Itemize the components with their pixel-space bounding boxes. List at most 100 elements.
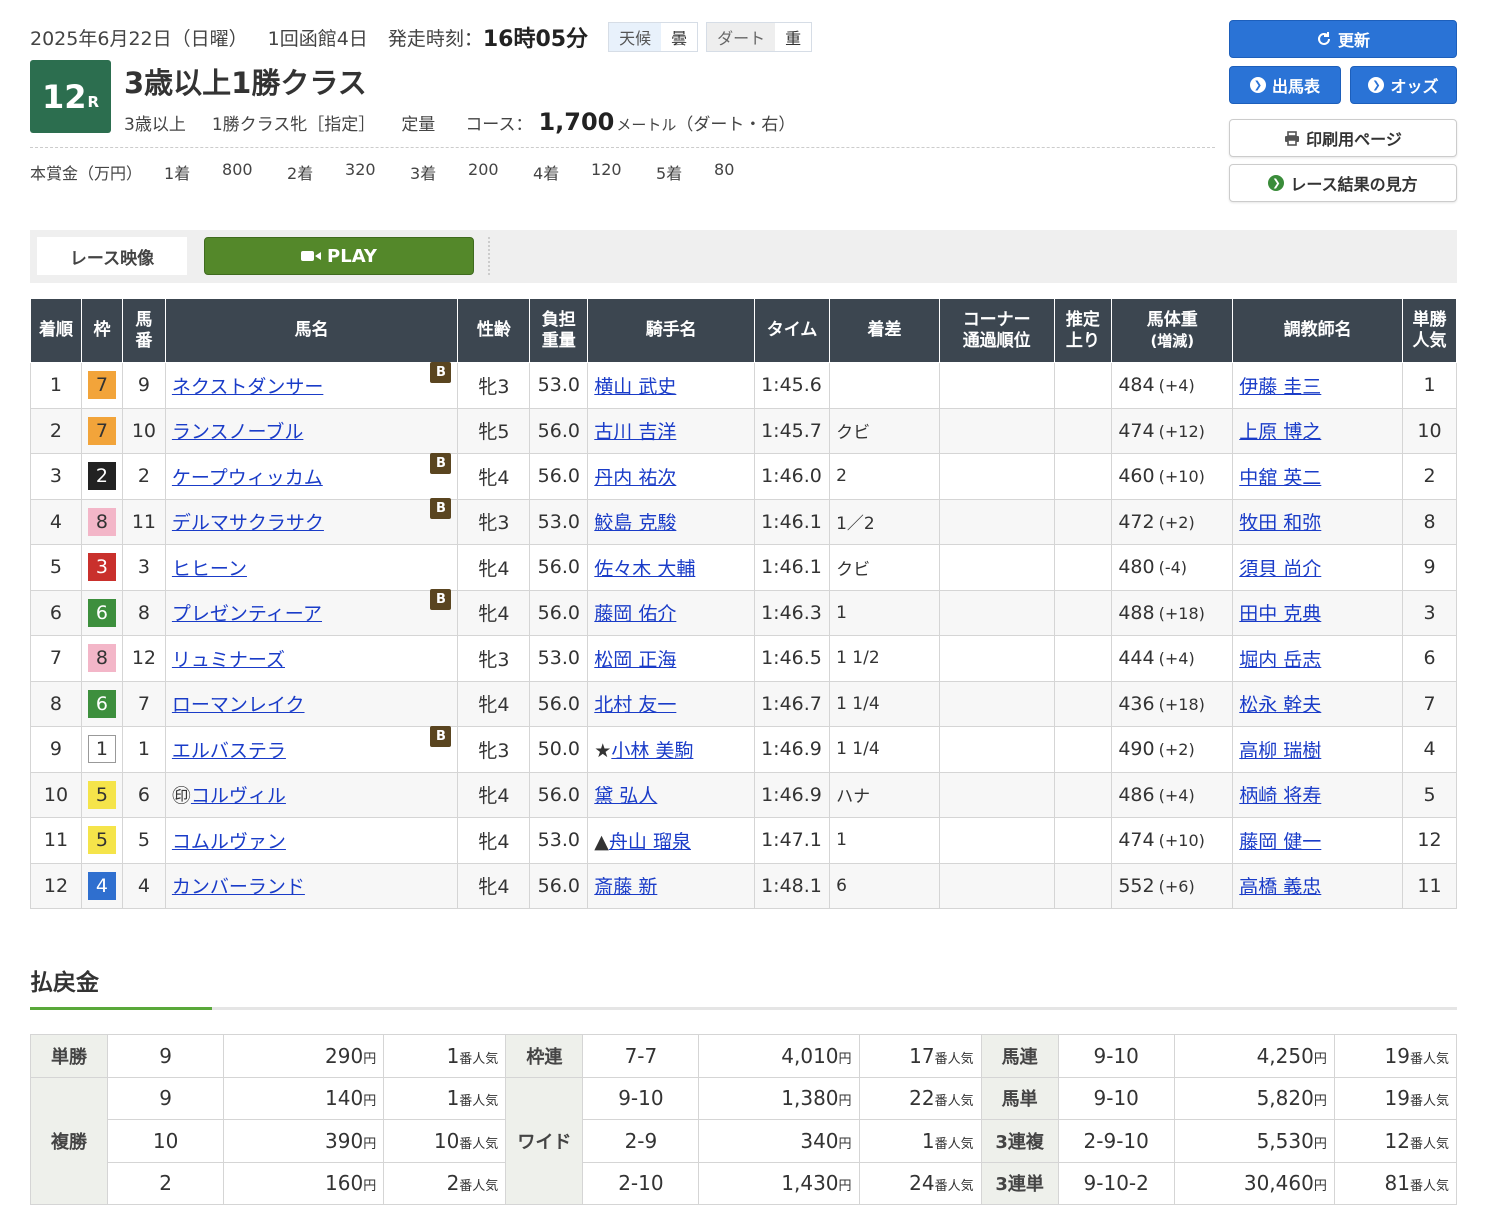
horse-number: 9 [121,362,166,409]
jockey-name-link[interactable]: 黛 弘人 [594,785,657,807]
horse-name-link[interactable]: プレゼンティーア [172,603,322,625]
prize-place: 2着 [287,164,314,183]
horse-name-link[interactable]: ランスノーブル [172,421,303,443]
carried-weight: 56.0 [529,680,589,727]
body-weight-change: (+10) [1158,467,1205,487]
refresh-icon [1316,31,1332,47]
payout-amount: 340 [800,1128,839,1153]
payout-popularity: 24 [909,1171,935,1196]
win-popularity: 3 [1401,589,1458,636]
finish-position: 6 [30,589,82,636]
payout-amount-cell: 140円 [223,1076,385,1120]
jockey-name-link[interactable]: 斎藤 新 [594,876,657,898]
yen-unit: 円 [838,1094,852,1110]
payout-popularity: 17 [909,1043,935,1068]
trainer-name-link[interactable]: 伊藤 圭三 [1239,376,1321,398]
payout-combination: 9-10-2 [1057,1161,1175,1205]
trainer-name-link[interactable]: 堀内 岳志 [1239,649,1321,671]
payout-combination: 2-10 [582,1161,700,1205]
jockey-name-link[interactable]: 舟山 瑠泉 [609,831,691,853]
horse-name-link[interactable]: コルヴィル [191,785,286,807]
trainer-name-link[interactable]: 高橋 義忠 [1239,876,1321,898]
horse-number: 2 [121,453,166,500]
horse-name-link[interactable]: ヒヒーン [172,558,247,580]
payout-amount-cell: 340円 [698,1119,860,1163]
jockey-name-link[interactable]: 松岡 正海 [594,649,676,671]
frame-cell: 2 [80,453,123,500]
horse-name-link[interactable]: エルバステラ [172,740,286,762]
payout-amount-cell: 1,380円 [698,1076,860,1120]
jockey-name-link[interactable]: 鮫島 克駿 [594,512,676,534]
race-name: 3歳以上1勝クラス [124,66,367,100]
trainer-name-link[interactable]: 上原 博之 [1239,421,1321,443]
payout-popularity: 10 [433,1128,460,1153]
trainer-name-link[interactable]: 牧田 和弥 [1239,512,1321,534]
refresh-button[interactable]: 更新 [1229,20,1457,58]
col-header-horse: 馬名 [164,298,459,363]
body-weight-change: (-4) [1158,558,1188,578]
jockey-name-link[interactable]: 古川 吉洋 [594,421,676,443]
frame-number-badge: 7 [87,371,116,400]
corner-positions [938,862,1055,909]
jockey-name-link[interactable]: 小林 美駒 [611,740,693,762]
payout-popularity-cell: 1番人気 [383,1076,507,1120]
jockey-name-link[interactable]: 丹内 祐次 [594,467,676,489]
horse-cell: B デルマサクラサク [164,498,459,545]
payout-combination: 2-9-10 [1057,1119,1175,1163]
trainer-name-link[interactable]: 柄崎 将寿 [1239,785,1321,807]
race-video-label: レース映像 [37,237,187,275]
finish-position: 1 [30,362,82,409]
corner-positions [938,498,1055,545]
jockey-name-link[interactable]: 佐々木 大輔 [594,558,695,580]
payout-popularity: 81 [1384,1171,1410,1196]
result-row: 4 8 11 B デルマサクラサク 牝3 53.0 鮫島 克駿 1:46.1 1／2 472 (+2)… [30,498,1458,545]
popularity-unit: 番人気 [934,1136,974,1152]
horse-name-link[interactable]: ネクストダンサー [172,376,323,398]
payout-amount-cell: 390円 [223,1119,385,1163]
body-weight-cell: 490 (+2) [1111,726,1234,773]
trainer-name-link[interactable]: 中舘 英二 [1239,467,1321,489]
result-row: 5 3 3 ヒヒーン 牝4 56.0 佐々木 大輔 1:46.1 クビ 480 (-4) 須貝 尚介 9 [30,544,1458,591]
payout-popularity-cell: 12番人気 [1333,1119,1458,1163]
entries-button[interactable]: ❯ 出馬表 [1229,66,1341,104]
guide-label: レース結果の見方 [1290,175,1418,194]
last-3f [1053,726,1113,773]
trainer-name-link[interactable]: 田中 克典 [1239,603,1321,625]
payout-amount-cell: 1,430円 [698,1161,860,1205]
margin: クビ [829,544,940,591]
jockey-name-link[interactable]: 北村 友一 [594,694,676,716]
odds-button[interactable]: ❯ オッズ [1350,66,1457,104]
play-video-button[interactable]: PLAY [204,237,474,275]
trainer-name-link[interactable]: 藤岡 健一 [1239,831,1321,853]
payout-type-label: 複勝 [29,1076,109,1205]
horse-name-link[interactable]: ローマンレイク [172,694,305,716]
trainer-name-link[interactable]: 松永 幹夫 [1239,694,1321,716]
results-guide-button[interactable]: ❯ レース結果の見方 [1229,164,1457,202]
print-page-button[interactable]: 印刷用ページ [1229,119,1457,157]
frame-number-badge: 2 [87,462,116,491]
trainer-name-link[interactable]: 須貝 尚介 [1239,558,1321,580]
horse-name-link[interactable]: デルマサクラサク [172,512,324,534]
payout-amount-cell: 4,250円 [1173,1034,1335,1078]
trainer-name-link[interactable]: 高柳 瑞樹 [1239,740,1321,762]
horse-name-link[interactable]: コムルヴァン [172,831,286,853]
payout-popularity-cell: 1番人気 [858,1119,982,1163]
body-weight-cell: 486 (+4) [1111,771,1234,818]
finish-time: 1:46.9 [754,771,831,818]
carried-weight: 56.0 [529,544,589,591]
horse-name-link[interactable]: リュミナーズ [172,649,285,671]
payout-popularity-cell: 24番人気 [858,1161,982,1205]
payout-amount-cell: 4,010円 [698,1034,860,1078]
win-popularity: 9 [1401,544,1458,591]
horse-name-link[interactable]: カンバーランド [172,876,305,898]
jockey-name-link[interactable]: 横山 武史 [594,376,676,398]
margin: 1 1/4 [829,726,940,773]
frame-number-badge: 6 [87,598,116,627]
horse-cell: B ネクストダンサー [164,361,459,409]
horse-name-link[interactable]: ケープウィッカム [172,467,323,489]
chevron-right-icon: ❯ [1249,77,1266,93]
col-header-trainer: 調教師名 [1232,298,1403,363]
jockey-name-link[interactable]: 藤岡 佑介 [594,603,676,625]
body-weight: 474 [1118,419,1155,442]
trainer-cell: 田中 克典 [1232,589,1403,636]
